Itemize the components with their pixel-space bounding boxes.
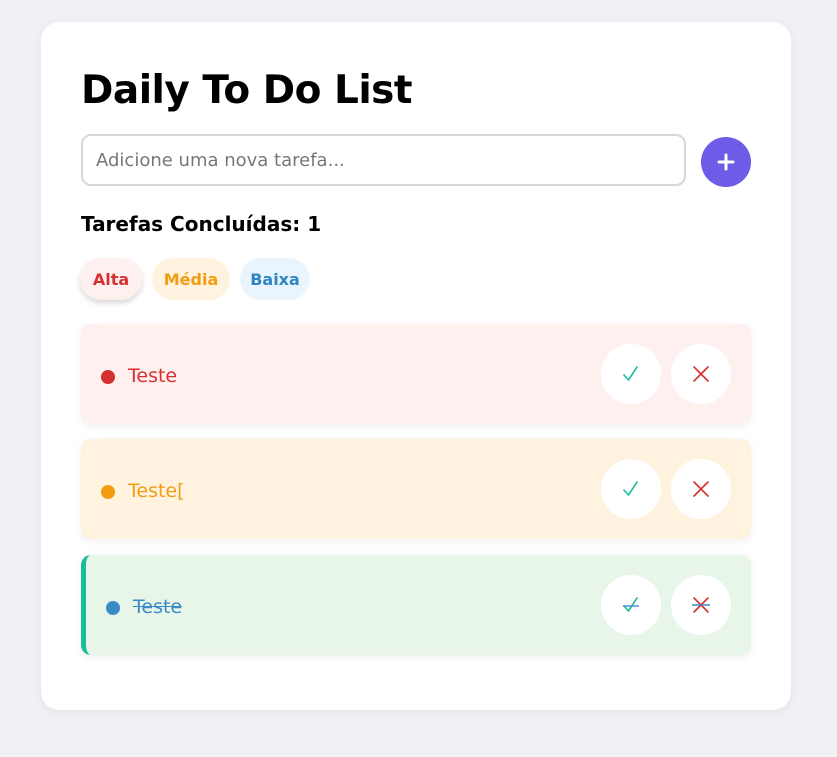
priority-dot <box>101 370 115 384</box>
complete-task-button[interactable] <box>601 459 661 519</box>
task-text: Teste <box>128 365 178 387</box>
task-item-completed: Teste <box>81 555 751 655</box>
delete-task-button[interactable] <box>671 575 731 635</box>
filter-high-button[interactable]: Alta <box>80 258 142 300</box>
task-item: Teste <box>81 324 751 424</box>
priority-dot <box>106 601 120 615</box>
complete-task-button[interactable] <box>601 344 661 404</box>
check-icon <box>622 365 640 383</box>
delete-task-button[interactable] <box>671 459 731 519</box>
check-icon <box>622 480 640 498</box>
todo-card: Daily To Do List Tarefas Concluídas: 1 A… <box>41 22 791 710</box>
task-item: Teste[ <box>81 439 751 539</box>
delete-task-button[interactable] <box>671 344 731 404</box>
page-title: Daily To Do List <box>81 68 413 113</box>
task-text: Teste <box>133 596 183 618</box>
priority-dot <box>101 485 115 499</box>
task-text: Teste[ <box>128 480 185 502</box>
complete-task-button[interactable] <box>601 575 661 635</box>
completed-count: Tarefas Concluídas: 1 <box>81 212 322 236</box>
plus-icon <box>717 153 735 171</box>
new-task-input[interactable] <box>81 134 686 186</box>
filter-low-button[interactable]: Baixa <box>240 258 310 300</box>
add-task-button[interactable] <box>701 137 751 187</box>
close-icon <box>692 365 710 383</box>
close-icon <box>692 596 710 614</box>
check-icon <box>622 596 640 614</box>
close-icon <box>692 480 710 498</box>
filter-medium-button[interactable]: Média <box>152 258 230 300</box>
